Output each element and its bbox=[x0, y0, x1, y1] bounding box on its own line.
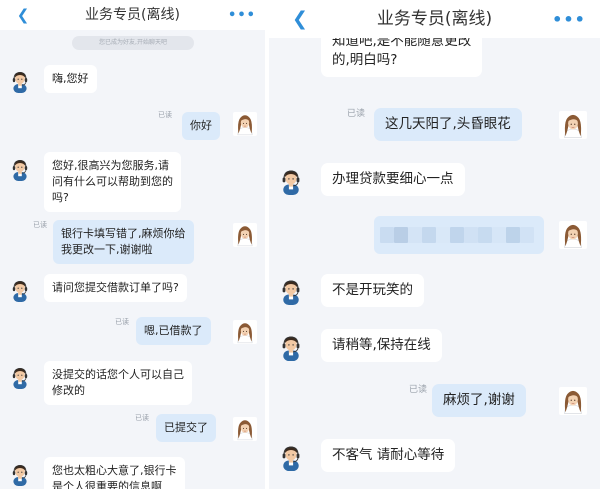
outgoing-message: 你好 bbox=[182, 112, 220, 140]
system-note: 您已成为好友,开始聊天吧 bbox=[72, 36, 194, 50]
outgoing-message: 银行卡填写错了,麻烦你给 我更改一下,谢谢啦 bbox=[53, 220, 194, 264]
agent-avatar[interactable] bbox=[277, 167, 305, 195]
read-status: 已读 bbox=[115, 318, 129, 326]
read-status: 已读 bbox=[135, 414, 149, 422]
chat-header: ❮ 业务专员(离线) ••• bbox=[269, 0, 600, 38]
chat-header: ❮ 业务专员(离线) ••• bbox=[0, 0, 265, 30]
incoming-message: 请问您提交借款订单了吗? bbox=[44, 274, 187, 302]
read-status: 已读 bbox=[33, 221, 47, 229]
agent-avatar[interactable] bbox=[8, 69, 32, 93]
incoming-message: 没提交的话您个人可以自己 修改的 bbox=[44, 361, 192, 405]
left-chat-screen: ❮ 业务专员(离线) ••• 您已成为好友,开始聊天吧 嗨,您好 已读 你好 您… bbox=[0, 0, 265, 489]
outgoing-message: 已提交了 bbox=[156, 414, 216, 442]
agent-avatar[interactable] bbox=[8, 278, 32, 302]
agent-avatar[interactable] bbox=[8, 462, 32, 486]
user-avatar[interactable] bbox=[233, 417, 257, 441]
chat-title: 业务专员(离线) bbox=[376, 9, 493, 29]
user-avatar[interactable] bbox=[233, 320, 257, 344]
incoming-message: 您也太粗心大意了,银行卡 是个人很重要的信息啊 bbox=[44, 457, 185, 489]
user-avatar[interactable] bbox=[233, 223, 257, 247]
blurred-image-message[interactable] bbox=[374, 216, 544, 254]
more-dots-icon[interactable]: ••• bbox=[552, 0, 585, 38]
user-avatar[interactable] bbox=[233, 112, 257, 136]
outgoing-message: 嗯,已借款了 bbox=[136, 317, 211, 345]
user-avatar[interactable] bbox=[559, 111, 587, 139]
read-status: 已读 bbox=[347, 109, 366, 119]
outgoing-message: 这几天阳了,头昏眼花 bbox=[374, 108, 522, 141]
incoming-message: 办理贷款要细心一点 bbox=[321, 163, 465, 196]
incoming-message: 您好,很高兴为您服务,请 问有什么可以帮助到您的 吗? bbox=[44, 152, 181, 212]
agent-avatar[interactable] bbox=[8, 365, 32, 389]
chat-title: 业务专员(离线) bbox=[85, 7, 180, 23]
read-status: 已读 bbox=[158, 111, 172, 119]
more-dots-icon[interactable]: ••• bbox=[228, 0, 255, 30]
agent-avatar[interactable] bbox=[8, 157, 32, 181]
incoming-message: 嗨,您好 bbox=[44, 65, 97, 93]
